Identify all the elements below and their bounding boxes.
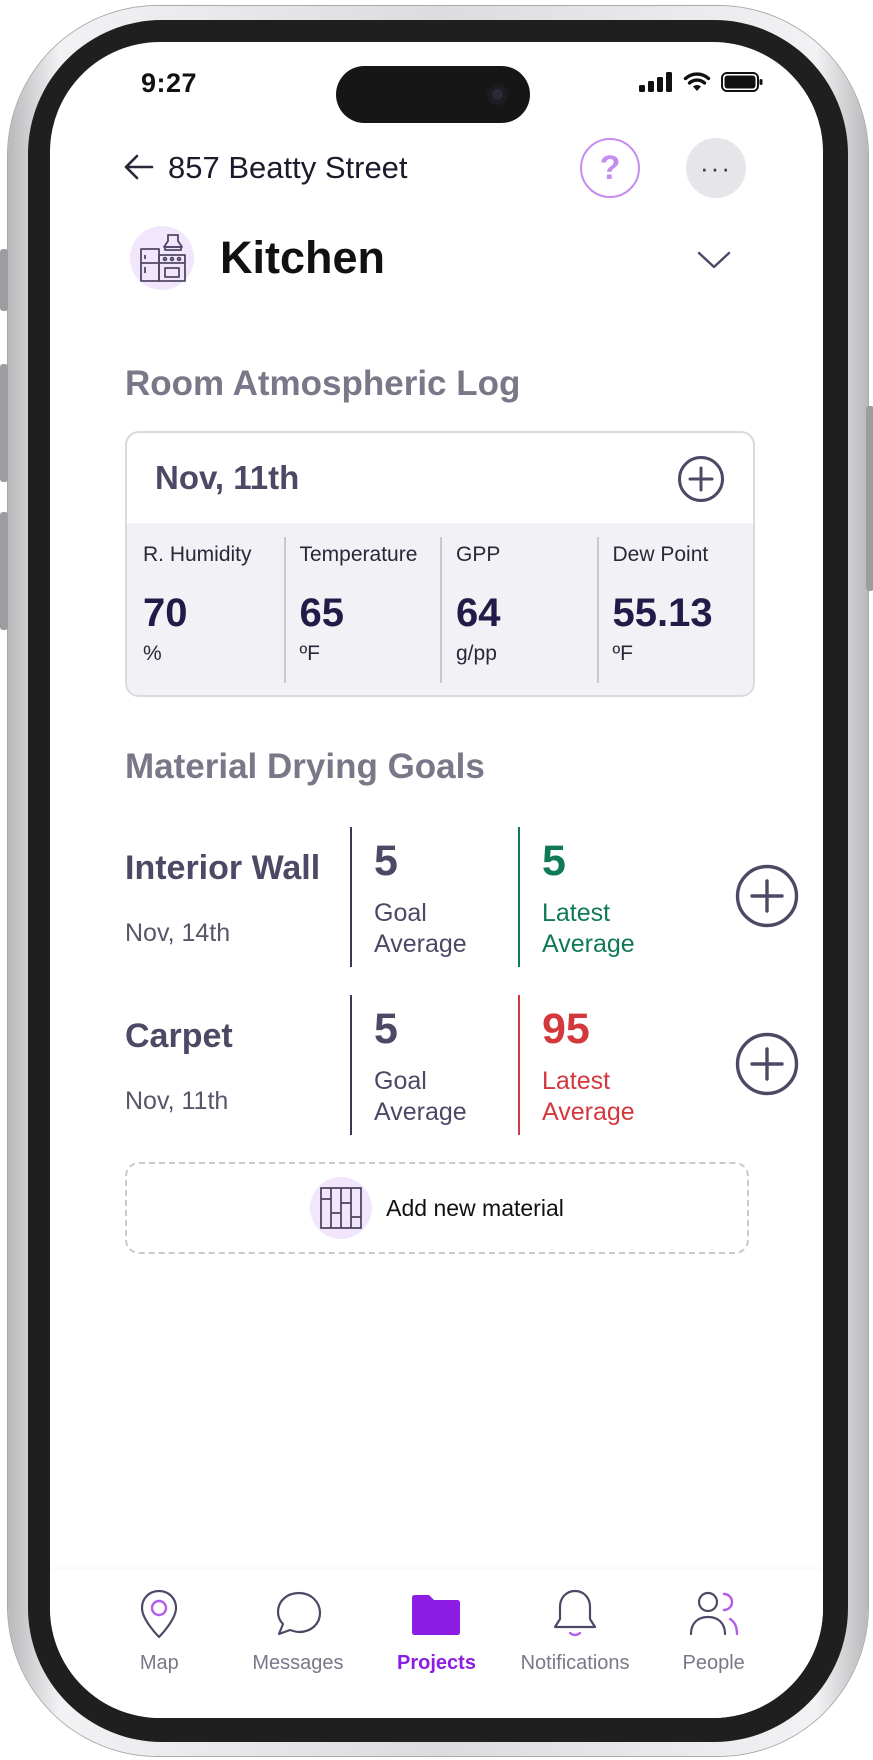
metric-unit: ºF — [299, 642, 321, 665]
latest-average: 5 Latest Average — [518, 827, 688, 967]
add-reading-icon[interactable] — [735, 1032, 799, 1096]
metric-label: GPP — [456, 543, 501, 566]
metric-gpp: GPP 64 g/pp — [440, 523, 597, 695]
metric-label: Temperature — [299, 543, 418, 566]
latest-caption: Average — [542, 1098, 635, 1126]
goal-caption: Goal — [374, 899, 427, 927]
latest-caption: Latest — [542, 899, 611, 927]
signal-icon — [639, 72, 672, 92]
metric-label: Dew Point — [612, 543, 709, 566]
material-grid-icon — [310, 1177, 373, 1239]
atmospheric-log-card[interactable]: Nov, 11th R. Humidity 70 % Temperature 6… — [125, 431, 755, 697]
material-name: Interior Wall — [125, 849, 321, 887]
tab-projects[interactable]: Projects — [371, 1570, 501, 1718]
latest-average: 95 Latest Average — [518, 995, 688, 1135]
tab-label: Notifications — [520, 1652, 630, 1674]
metric-value: 55.13 — [612, 591, 713, 635]
map-pin-icon — [141, 1589, 178, 1639]
metric-humidity: R. Humidity 70 % — [127, 523, 284, 695]
goal-caption: Average — [374, 930, 467, 958]
add-reading-icon[interactable] — [735, 864, 799, 928]
goal-average: 5 Goal Average — [350, 827, 520, 967]
latest-caption: Average — [542, 930, 635, 958]
metric-unit: % — [143, 642, 162, 665]
people-icon — [689, 1591, 738, 1636]
back-arrow-icon[interactable] — [122, 150, 156, 184]
add-material-button[interactable]: Add new material — [125, 1162, 749, 1254]
tab-label: People — [682, 1652, 745, 1674]
room-title: Kitchen — [220, 232, 386, 283]
status-icons — [639, 72, 763, 92]
status-time: 9:27 — [141, 68, 198, 98]
material-row[interactable]: Interior Wall Nov, 14th 5 Goal Average 5 … — [125, 827, 799, 967]
bottom-tab-bar: Map Messages Projects Notifications Peop… — [50, 1570, 823, 1718]
volume-down-button — [0, 512, 8, 630]
chat-bubble-icon — [276, 1591, 321, 1636]
material-name: Carpet — [125, 1017, 233, 1055]
material-date: Nov, 14th — [125, 919, 231, 947]
metric-temperature: Temperature 65 ºF — [283, 523, 441, 695]
log-card-header: Nov, 11th — [127, 433, 753, 523]
chevron-down-icon[interactable] — [696, 248, 732, 272]
dynamic-island — [336, 66, 530, 123]
tab-people[interactable]: People — [649, 1570, 779, 1718]
battery-icon — [721, 72, 763, 92]
tab-label: Projects — [397, 1652, 476, 1674]
add-material-label: Add new material — [386, 1194, 564, 1221]
atmospheric-log-title: Room Atmospheric Log — [125, 364, 521, 403]
tab-map[interactable]: Map — [94, 1570, 224, 1718]
app-screen: 9:27 857 Beatty Street ? ··· Kitchen Roo… — [50, 42, 823, 1718]
goal-average-value: 5 — [374, 1005, 398, 1053]
metric-label: R. Humidity — [143, 543, 252, 566]
metric-unit: g/pp — [456, 642, 497, 665]
more-options-button[interactable]: ··· — [686, 138, 746, 198]
power-button — [866, 406, 873, 591]
volume-up-button — [0, 364, 8, 482]
tab-label: Messages — [252, 1652, 344, 1674]
goal-caption: Average — [374, 1098, 467, 1126]
log-metrics: R. Humidity 70 % Temperature 65 ºF GPP 6… — [127, 523, 754, 695]
metric-dew-point: Dew Point 55.13 ºF — [596, 523, 754, 695]
latest-caption: Latest — [542, 1067, 611, 1095]
drying-goals-title: Material Drying Goals — [125, 747, 485, 786]
address-title[interactable]: 857 Beatty Street — [168, 150, 408, 186]
wifi-icon — [683, 72, 711, 91]
bell-icon — [553, 1589, 597, 1637]
metric-unit: ºF — [612, 642, 634, 665]
folder-icon — [412, 1595, 461, 1635]
material-date: Nov, 11th — [125, 1087, 229, 1115]
material-row[interactable]: Carpet Nov, 11th 5 Goal Average 95 Latest… — [125, 995, 799, 1135]
metric-value: 65 — [299, 591, 345, 635]
kitchen-icon — [130, 226, 194, 290]
tab-label: Map — [139, 1652, 179, 1674]
log-date: Nov, 11th — [155, 459, 300, 496]
goal-caption: Goal — [374, 1067, 427, 1095]
latest-average-value: 95 — [542, 1005, 590, 1053]
add-reading-icon[interactable] — [677, 455, 725, 503]
latest-average-value: 5 — [542, 837, 566, 885]
help-button[interactable]: ? — [580, 138, 640, 198]
goal-average: 5 Goal Average — [350, 995, 520, 1135]
tab-notifications[interactable]: Notifications — [510, 1570, 640, 1718]
metric-value: 64 — [456, 591, 501, 635]
camera-icon — [487, 84, 508, 105]
metric-value: 70 — [143, 591, 188, 635]
tab-messages[interactable]: Messages — [233, 1570, 363, 1718]
action-button — [0, 249, 8, 311]
goal-average-value: 5 — [374, 837, 398, 885]
